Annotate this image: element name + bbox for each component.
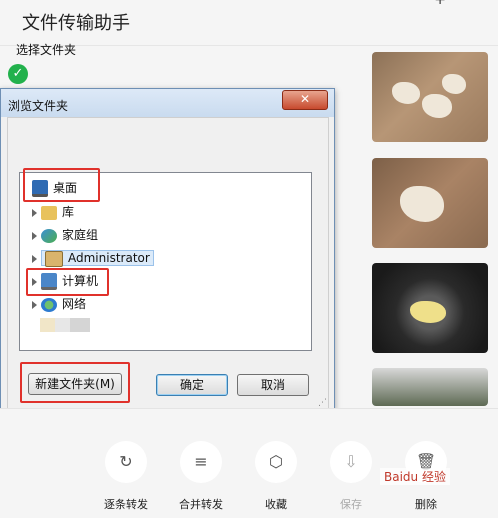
cancel-button[interactable]: 取消 <box>237 374 309 396</box>
ok-button[interactable]: 确定 <box>156 374 228 396</box>
forward-icon[interactable]: ↻ <box>105 441 147 483</box>
action-label: 收藏 <box>265 498 287 511</box>
resize-grip-icon[interactable]: ⋰ <box>318 398 327 408</box>
dialog-prompt: 选择文件夹 <box>16 43 77 57</box>
tree-node-administrator[interactable]: Administrator <box>32 248 154 268</box>
tree-node-label: 库 <box>62 205 75 219</box>
tree-node-label: 家庭组 <box>62 228 99 242</box>
action-bar: ↻ 逐条转发 ≡ 合并转发 ⬡ 收藏 ⇩ 保存 🗑 删除 <box>0 408 498 518</box>
library-icon <box>41 205 57 220</box>
expand-arrow-icon[interactable] <box>32 208 37 217</box>
selected-highlight: Administrator <box>41 250 154 267</box>
annotation-box-computer <box>26 268 109 296</box>
merge-forward-icon[interactable]: ≡ <box>180 441 222 483</box>
save-action[interactable]: ⇩ 保存 <box>311 441 391 512</box>
plus-icon[interactable]: + <box>434 0 446 8</box>
network-icon <box>41 297 57 312</box>
tree-node-label: 网络 <box>62 297 87 311</box>
annotation-box-new-folder <box>20 362 130 403</box>
chat-title: 文件传输助手 <box>22 13 130 34</box>
dialog-title: 浏览文件夹 <box>8 99 69 113</box>
baidu-watermark: Baidu 经验 <box>380 468 450 485</box>
forward-one-by-one-action[interactable]: ↻ 逐条转发 <box>86 441 166 512</box>
action-label: 删除 <box>415 498 437 511</box>
dialog-titlebar[interactable]: 浏览文件夹 ✕ <box>1 89 334 117</box>
image-minced-garlic[interactable] <box>372 158 488 248</box>
action-label: 逐条转发 <box>104 498 148 511</box>
action-label: 合并转发 <box>179 498 223 511</box>
action-label: 保存 <box>340 498 362 511</box>
user-folder-icon <box>45 250 63 267</box>
merge-forward-action[interactable]: ≡ 合并转发 <box>161 441 241 512</box>
tree-node-library[interactable]: 库 <box>32 202 74 222</box>
close-icon[interactable]: ✕ <box>282 90 328 110</box>
homegroup-icon <box>41 228 57 243</box>
expand-arrow-icon[interactable] <box>32 254 37 263</box>
save-icon[interactable]: ⇩ <box>330 441 372 483</box>
blurred-tree-item <box>40 318 90 332</box>
expand-arrow-icon[interactable] <box>32 300 37 309</box>
annotation-box-desktop <box>23 168 100 202</box>
image-garlic-in-wok[interactable] <box>372 263 488 353</box>
selected-check-icon[interactable]: ✓ <box>8 64 28 84</box>
favorite-action[interactable]: ⬡ 收藏 <box>236 441 316 512</box>
image-greens-in-colander[interactable] <box>372 368 488 406</box>
image-garlic-cloves[interactable] <box>372 52 488 142</box>
expand-arrow-icon[interactable] <box>32 231 37 240</box>
tree-node-homegroup[interactable]: 家庭组 <box>32 225 98 245</box>
tree-node-network[interactable]: 网络 <box>32 294 86 314</box>
chat-header: 文件传输助手 + <box>0 0 498 46</box>
tree-node-label: Administrator <box>68 251 150 265</box>
favorite-icon[interactable]: ⬡ <box>255 441 297 483</box>
